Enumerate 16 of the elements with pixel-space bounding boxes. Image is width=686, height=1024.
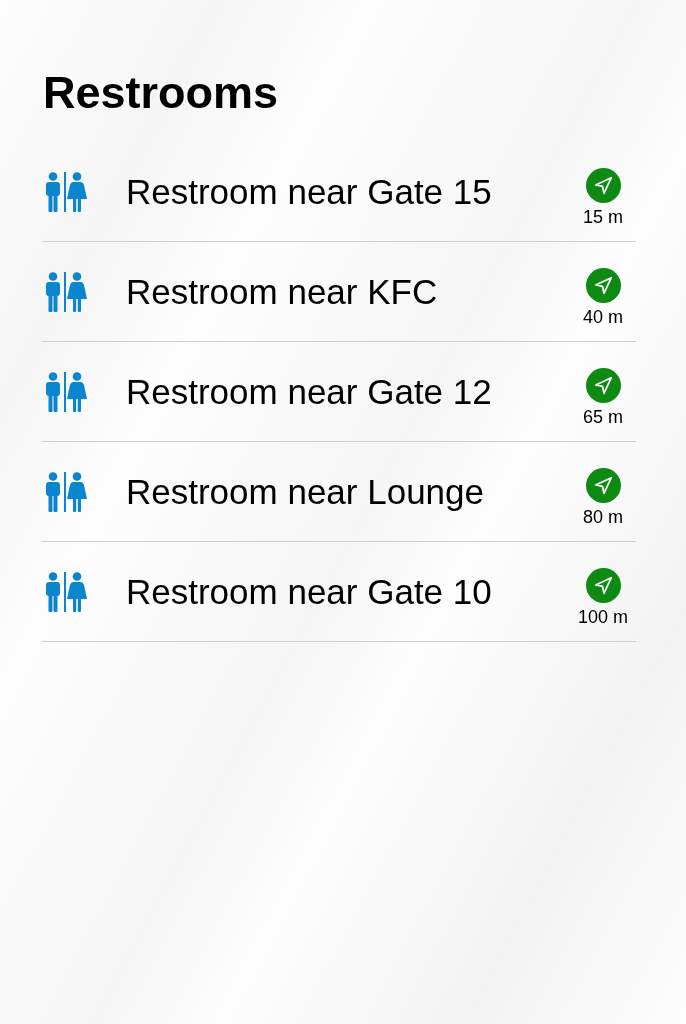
distance-label: 40 m — [583, 306, 623, 327]
restroom-name: Restroom near KFC — [126, 271, 439, 312]
restroom-name: Restroom near Gate 12 — [126, 371, 493, 412]
restroom-name: Restroom near Gate 15 — [126, 171, 493, 212]
restroom-icon — [43, 271, 87, 312]
distance-label: 80 m — [583, 506, 623, 527]
restroom-name: Restroom near Lounge — [126, 471, 485, 512]
page-title: Restrooms — [43, 66, 280, 120]
restroom-icon — [43, 571, 87, 612]
restroom-name: Restroom near Gate 10 — [126, 571, 493, 612]
distance-label: 65 m — [583, 406, 623, 427]
restroom-icon — [43, 171, 87, 212]
distance-label: 100 m — [578, 606, 628, 627]
restroom-icon — [43, 471, 87, 512]
distance-label: 15 m — [583, 206, 623, 227]
restroom-icon — [43, 371, 87, 412]
